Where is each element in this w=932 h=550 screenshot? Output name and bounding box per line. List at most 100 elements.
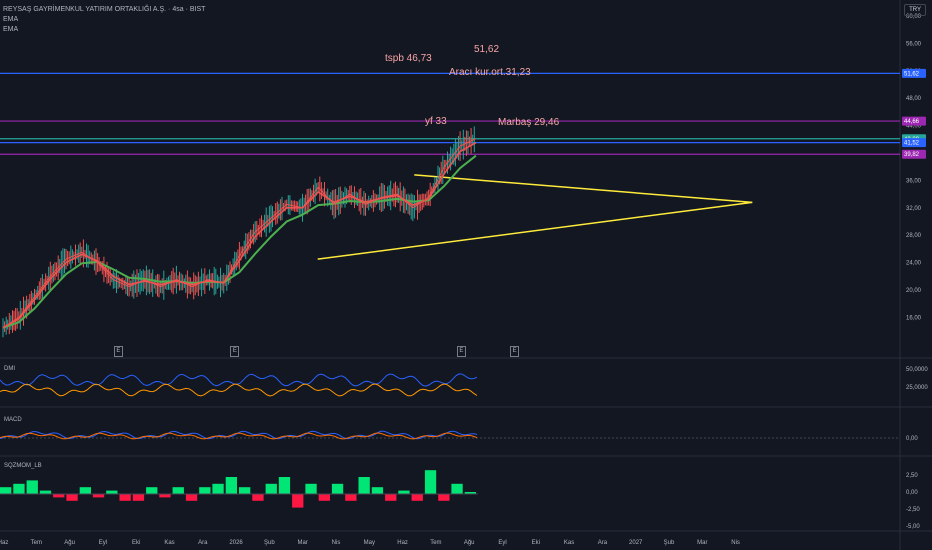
- x-tick-label: May: [364, 540, 375, 546]
- x-tick-label: Haz: [0, 540, 8, 546]
- sqzmom-bar: [451, 483, 463, 494]
- sqzmom-bar: [146, 487, 158, 494]
- x-tick-label: Mar: [298, 540, 308, 546]
- sqzmom-bar: [292, 494, 304, 508]
- sqzmom-axis-label: 2,50: [906, 473, 918, 479]
- y-tick-label: 32,00: [906, 206, 922, 212]
- x-tick-label: Ağu: [464, 540, 475, 546]
- x-tick-label: Tem: [31, 540, 42, 546]
- sqzmom-bar: [212, 483, 224, 494]
- x-tick-label: Şub: [264, 540, 275, 546]
- sqzmom-axis-label: 0,00: [906, 490, 918, 496]
- x-tick-label: Eyl: [498, 540, 506, 546]
- sqzmom-bar: [265, 483, 277, 494]
- x-tick-label: Ağu: [64, 540, 75, 546]
- y-tick-label: 20,00: [906, 288, 922, 294]
- annotation-araci: Aracı kur.ort.31,23: [449, 67, 531, 78]
- level-badge-label: 41,52: [904, 141, 920, 147]
- sqzmom-pane-title: SQZMOM_LB: [4, 463, 42, 469]
- sqzmom-bar: [331, 483, 344, 494]
- x-tick-label: Haz: [397, 540, 408, 546]
- sqzmom-bar: [79, 487, 91, 494]
- sqzmom-bar: [239, 487, 251, 494]
- symbol-title: REYSAŞ GAYRİMENKUL YATIRIM ORTAKLIĞI A.Ş…: [3, 6, 206, 13]
- sqzmom-bar: [305, 483, 317, 494]
- x-tick-label: Eki: [132, 540, 140, 546]
- level-badge-label: 39,82: [904, 152, 920, 158]
- level-badge-label: 51,62: [904, 71, 920, 77]
- sqzmom-bar: [106, 490, 118, 494]
- earnings-event-marker[interactable]: E: [510, 346, 520, 357]
- ema-slow-line: [2, 154, 477, 329]
- triangle-upper-line: [414, 174, 753, 204]
- y-tick-label: 48,00: [906, 96, 922, 102]
- currency-button[interactable]: TRY: [904, 4, 926, 16]
- sqzmom-bar: [278, 477, 291, 494]
- dmi-axis-label: 50,0000: [906, 367, 928, 373]
- x-tick-label: Kas: [164, 540, 174, 546]
- earnings-event-marker[interactable]: E: [456, 346, 466, 357]
- sqzmom-bar: [225, 477, 237, 494]
- sqzmom-bar: [13, 483, 25, 494]
- earnings-event-marker[interactable]: E: [230, 346, 240, 357]
- annotation-tspb: tspb 46,73: [385, 53, 432, 64]
- sqzmom-bar: [252, 494, 264, 501]
- price-line: [2, 138, 477, 329]
- annotation-marbas: Marbaş 29,46: [498, 117, 560, 128]
- sqzmom-bar: [172, 487, 184, 494]
- sqzmom-axis-label: -5,00: [906, 524, 920, 530]
- y-tick-label: 36,00: [906, 178, 922, 184]
- x-tick-label: Eyl: [99, 540, 107, 546]
- earnings-event-marker[interactable]: E: [113, 346, 123, 357]
- x-tick-label: Nis: [731, 540, 740, 546]
- sqzmom-bar: [411, 494, 423, 501]
- x-tick-label: Şub: [664, 540, 675, 546]
- sqzmom-bar: [398, 490, 410, 494]
- sqzmom-axis-label: -2,50: [906, 507, 920, 513]
- ema-indicator-label[interactable]: EMA: [3, 26, 18, 33]
- x-tick-label: Nis: [332, 540, 341, 546]
- ema-indicator-label[interactable]: EMA: [3, 16, 18, 23]
- sqzmom-bar: [199, 487, 211, 494]
- y-tick-label: 28,00: [906, 233, 922, 239]
- sqzmom-bar: [318, 494, 330, 501]
- sqzmom-bar: [92, 494, 105, 498]
- macd-pane-title: MACD: [4, 417, 22, 423]
- sqzmom-bar: [385, 494, 397, 501]
- y-tick-label: 16,00: [906, 315, 922, 321]
- x-tick-label: Tem: [430, 540, 441, 546]
- x-tick-label: Eki: [532, 540, 540, 546]
- sqzmom-bar: [53, 494, 65, 498]
- x-tick-label: 2026: [229, 540, 243, 546]
- x-tick-label: Kas: [564, 540, 574, 546]
- level-badge-label: 44,66: [904, 119, 920, 125]
- sqzmom-bar: [358, 477, 370, 494]
- x-tick-label: Ara: [598, 540, 608, 546]
- ema-fast-line: [2, 142, 477, 329]
- sqzmom-bar: [438, 494, 450, 501]
- sqzmom-bar: [371, 487, 384, 494]
- x-tick-label: Ara: [198, 540, 208, 546]
- sqzmom-bar: [345, 494, 357, 501]
- annotation-level: 51,62: [474, 44, 500, 55]
- sqzmom-bar: [132, 494, 145, 501]
- sqzmom-bar: [26, 480, 38, 494]
- sqzmom-bar: [39, 490, 52, 494]
- sqzmom-bar: [0, 487, 12, 494]
- annotation-yf: yf 33: [425, 116, 447, 127]
- sqzmom-bar: [159, 494, 171, 498]
- y-tick-label: 56,00: [906, 41, 922, 47]
- sqzmom-bar: [119, 494, 131, 501]
- dmi-minus-line: [0, 383, 478, 397]
- x-tick-label: Mar: [697, 540, 707, 546]
- dmi-plus-line: [0, 373, 478, 387]
- macd-axis-label: 0,00: [906, 436, 918, 442]
- y-tick-label: 24,00: [906, 261, 922, 267]
- dmi-pane-title: DMI: [4, 366, 15, 372]
- sqzmom-bar: [424, 470, 437, 494]
- x-tick-label: 2027: [629, 540, 643, 546]
- chart-canvas[interactable]: 60,0056,0052,0048,0044,0040,0036,0032,00…: [0, 0, 932, 550]
- sqzmom-bar: [185, 494, 198, 501]
- dmi-axis-label: 25,0000: [906, 385, 928, 391]
- sqzmom-bar: [66, 494, 78, 501]
